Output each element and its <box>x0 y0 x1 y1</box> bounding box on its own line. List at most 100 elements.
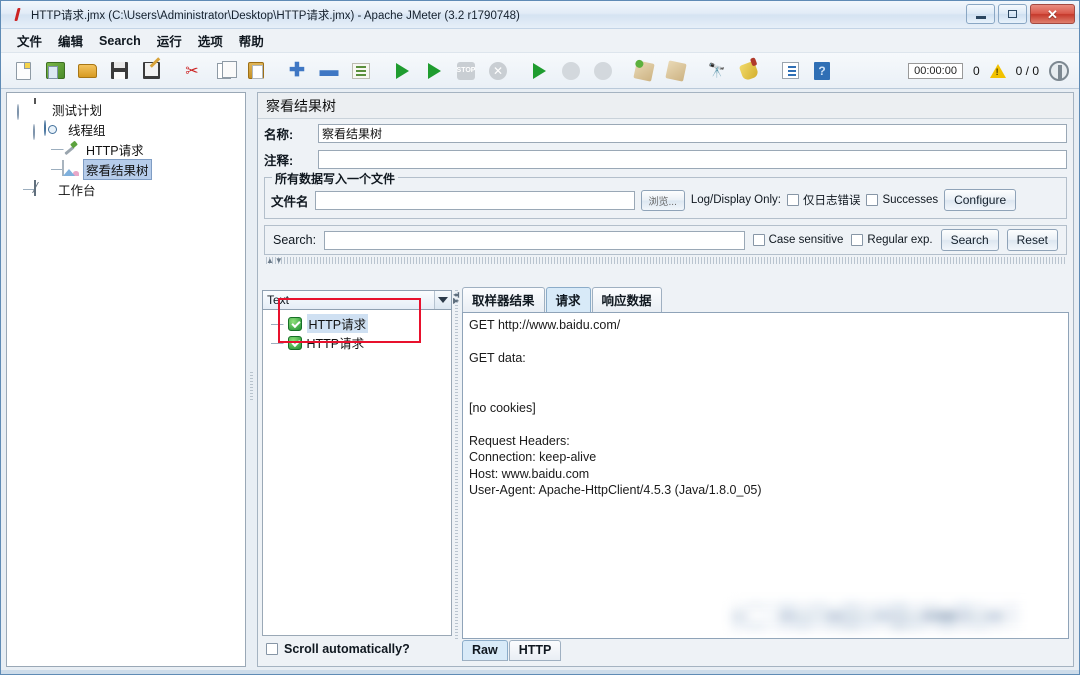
minimize-icon <box>975 15 986 19</box>
shutdown-icon[interactable]: ✕ <box>483 57 513 85</box>
clear-icon[interactable] <box>629 57 659 85</box>
comment-label: 注释: <box>264 153 294 168</box>
view-results-tree-icon <box>62 160 80 177</box>
close-button[interactable]: ✕ <box>1030 4 1075 24</box>
open-icon[interactable] <box>72 57 102 85</box>
tree-node-test-plan[interactable]: 测试计划 <box>11 99 241 120</box>
case-sensitive-checkbox[interactable]: Case sensitive <box>752 234 844 246</box>
thread-group-icon <box>44 120 62 137</box>
errors-only-checkbox[interactable]: 仅日志错误 <box>786 192 861 208</box>
expand-all-icon[interactable]: ✚ <box>282 57 312 85</box>
name-field-row: 名称: <box>258 121 1073 145</box>
scroll-automatically-checkbox[interactable]: Scroll automatically? <box>262 636 452 662</box>
tab-http[interactable]: HTTP <box>508 640 562 661</box>
search-icon[interactable]: 🔭 <box>702 57 732 85</box>
regular-exp-checkbox[interactable]: Regular exp. <box>851 234 933 246</box>
tree-node-http-request[interactable]: — HTTP请求 <box>11 139 241 159</box>
list-item[interactable]: — HTTP请求 <box>263 333 451 352</box>
collapse-all-icon[interactable]: ▬ <box>314 57 344 85</box>
list-item[interactable]: — HTTP请求 <box>263 314 451 333</box>
stop-icon[interactable]: STOP <box>451 57 481 85</box>
menu-options[interactable]: 选项 <box>190 28 231 53</box>
toolbar-status-area: 00:00:00 0 0 / 0 <box>908 60 1079 81</box>
reset-button[interactable]: Reset <box>1006 229 1058 251</box>
result-detail-pane: 取样器结果 请求 响应数据 GET http://www.baidu.com/ … <box>462 287 1069 662</box>
scroll-automatically-label: Scroll automatically? <box>284 642 410 656</box>
successes-checkbox[interactable]: Successes <box>866 194 938 206</box>
function-helper-icon[interactable] <box>775 57 805 85</box>
new-icon[interactable] <box>8 57 38 85</box>
render-selector-value: Text <box>267 293 290 307</box>
tree-node-view-results-tree[interactable]: — 察看结果树 <box>11 158 241 180</box>
configure-button[interactable]: Configure <box>944 189 1017 211</box>
start-icon[interactable] <box>387 57 417 85</box>
tab-sampler-result[interactable]: 取样器结果 <box>462 287 545 312</box>
comment-field-row: 注释: <box>258 147 1073 171</box>
request-content-box[interactable]: GET http://www.baidu.com/ GET data: [no … <box>462 312 1069 639</box>
maximize-button[interactable] <box>998 4 1027 24</box>
save-icon[interactable] <box>104 57 134 85</box>
search-reset-icon[interactable] <box>734 57 764 85</box>
page-title: 察看结果树 <box>258 93 1073 119</box>
cut-icon[interactable]: ✂ <box>177 57 207 85</box>
menu-search[interactable]: Search <box>91 31 149 51</box>
name-input[interactable] <box>318 123 1067 143</box>
templates-icon[interactable] <box>40 57 70 85</box>
horizontal-splitter[interactable]: ▲▼ <box>266 256 1065 265</box>
success-check-icon <box>287 335 302 350</box>
write-all-data-group: 所有数据写入一个文件 文件名 浏览... Log/Display Only: 仅… <box>264 170 1067 219</box>
filename-input[interactable] <box>314 190 635 210</box>
errors-only-label: 仅日志错误 <box>802 195 861 207</box>
start-no-timers-icon[interactable] <box>419 57 449 85</box>
tab-response-data[interactable]: 响应数据 <box>591 287 662 312</box>
toggle-icon[interactable] <box>346 57 376 85</box>
copy-icon[interactable] <box>209 57 239 85</box>
warning-triangle-icon[interactable] <box>989 63 1006 78</box>
expand-handle-icon[interactable] <box>17 103 26 120</box>
checkbox-box <box>786 194 799 206</box>
remote-stop-all-icon[interactable] <box>556 57 586 85</box>
search-button[interactable]: Search <box>940 229 999 251</box>
save-as-icon[interactable] <box>136 57 166 85</box>
tab-raw[interactable]: Raw <box>462 640 508 661</box>
results-list[interactable]: — HTTP请求 — HTTP请求 <box>262 310 452 636</box>
menu-bar: 文件 编辑 Search 运行 选项 帮助 <box>1 29 1079 53</box>
minimize-button[interactable] <box>966 4 995 24</box>
tree-branch-line: — <box>23 182 36 196</box>
filename-label: 文件名 <box>271 194 309 209</box>
result-label: HTTP请求 <box>306 337 365 351</box>
results-splitter[interactable]: ◀▶ <box>452 290 462 662</box>
test-plan-tree-panel[interactable]: 测试计划 线程组 — HTTP请求 — 察看结果树 — 工作台 <box>6 92 246 667</box>
tab-request[interactable]: 请求 <box>545 287 591 312</box>
menu-edit[interactable]: 编辑 <box>50 28 91 53</box>
search-input[interactable] <box>324 230 745 250</box>
remote-shutdown-all-icon[interactable] <box>588 57 618 85</box>
tree-label: 测试计划 <box>52 103 103 118</box>
case-sensitive-label: Case sensitive <box>768 234 844 246</box>
splitter-arrows-icon[interactable]: ▲▼ <box>266 256 284 265</box>
expand-handle-icon[interactable] <box>33 123 42 140</box>
remote-start-all-icon[interactable] <box>524 57 554 85</box>
connection-status-icon[interactable] <box>1049 60 1069 81</box>
log-display-only-label: Log/Display Only: <box>690 194 781 206</box>
comment-input[interactable] <box>318 149 1067 169</box>
checkbox-box <box>851 234 864 246</box>
request-text: GET http://www.baidu.com/ GET data: [no … <box>469 318 762 497</box>
window-controls: ✕ <box>966 4 1075 24</box>
tree-node-workbench[interactable]: — 工作台 <box>11 179 241 199</box>
render-selector[interactable]: Text <box>262 290 452 310</box>
clear-all-icon[interactable] <box>661 57 691 85</box>
tree-node-thread-group[interactable]: 线程组 <box>11 119 241 140</box>
paste-icon[interactable] <box>241 57 271 85</box>
status-bar <box>1 670 1079 674</box>
result-label: HTTP请求 <box>306 314 369 333</box>
browse-button[interactable]: 浏览... <box>640 189 685 211</box>
menu-file[interactable]: 文件 <box>9 28 50 53</box>
menu-help[interactable]: 帮助 <box>231 28 272 53</box>
menu-run[interactable]: 运行 <box>149 28 190 53</box>
checkbox-box <box>866 194 879 206</box>
tree-panel-splitter[interactable] <box>248 92 255 667</box>
jmeter-window: HTTP请求.jmx (C:\Users\Administrator\Deskt… <box>0 0 1080 675</box>
chevron-down-icon[interactable] <box>434 291 451 309</box>
help-icon[interactable]: ? <box>807 57 837 85</box>
